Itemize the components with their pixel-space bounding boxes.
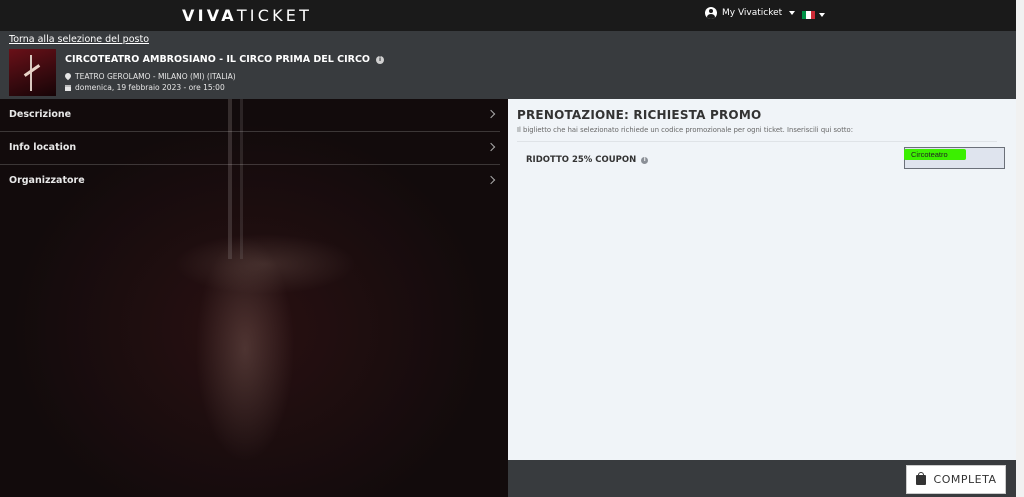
info-icon[interactable]: i [641, 156, 649, 164]
promo-title: PRENOTAZIONE: RICHIESTA PROMO [517, 108, 762, 122]
caret-down-icon [789, 11, 796, 15]
event-datetime: domenica, 19 febbraio 2023 - ore 15:00 [75, 83, 225, 92]
caret-down-icon [819, 13, 825, 17]
calendar-icon [65, 84, 71, 91]
info-icon[interactable]: i [376, 55, 384, 64]
checkout-footer: COMPLETA [508, 460, 1016, 497]
promo-instructions: Il biglietto che hai selezionato richied… [517, 126, 853, 134]
accordion-label: Descrizione [9, 109, 72, 120]
complete-button-label: COMPLETA [933, 473, 997, 486]
event-venue-row: TEATRO GEROLAMO - MILANO (MI) (ITALIA) [65, 72, 236, 81]
event-header: Torna alla selezione del posto CIRCOTEAT… [0, 31, 1016, 99]
vivaticket-logo[interactable]: VIVATICKET [182, 6, 312, 25]
event-thumbnail [9, 49, 56, 96]
accordion-descrizione[interactable]: Descrizione [0, 99, 500, 132]
language-selector[interactable] [802, 11, 825, 19]
accordion-label: Info location [9, 142, 77, 153]
user-circle-icon [705, 7, 717, 19]
event-venue: TEATRO GEROLAMO - MILANO (MI) (ITALIA) [75, 72, 236, 81]
back-to-seat-selection-link[interactable]: Torna alla selezione del posto [9, 34, 149, 45]
chevron-right-icon [486, 175, 496, 185]
top-navbar: VIVATICKET My Vivaticket [0, 0, 1016, 31]
ticket-type-label: RIDOTTO 25% COUPON [526, 155, 637, 165]
accordion-label: Organizzatore [9, 175, 85, 186]
logo-bold-text: VIVA [182, 6, 237, 25]
page-scrollbar[interactable] [1016, 0, 1024, 497]
complete-button[interactable]: COMPLETA [906, 465, 1006, 494]
chevron-right-icon [486, 109, 496, 119]
accordion-organizzatore[interactable]: Organizzatore [0, 165, 500, 198]
promo-code-value: Circoteatro [911, 150, 948, 159]
event-date-row: domenica, 19 febbraio 2023 - ore 15:00 [65, 83, 225, 92]
map-pin-icon [65, 73, 71, 80]
promo-panel: PRENOTAZIONE: RICHIESTA PROMO Il bigliet… [508, 99, 1016, 460]
event-title: CIRCOTEATRO AMBROSIANO - IL CIRCO PRIMA … [65, 54, 370, 65]
promo-code-row: RIDOTTO 25% COUPON i Circoteatro [517, 141, 1005, 176]
ticket-type-row: RIDOTTO 25% COUPON i [526, 155, 649, 165]
shopping-bag-icon [915, 471, 926, 485]
my-vivaticket-menu[interactable]: My Vivaticket [705, 7, 796, 19]
accordion-info-location[interactable]: Info location [0, 132, 500, 165]
event-info-panel: Descrizione Info location Organizzatore [0, 99, 508, 497]
event-title-row: CIRCOTEATRO AMBROSIANO - IL CIRCO PRIMA … [65, 54, 384, 65]
italy-flag-icon [802, 11, 815, 19]
my-vivaticket-label: My Vivaticket [722, 8, 783, 18]
logo-light-text: TICKET [236, 6, 313, 25]
chevron-right-icon [486, 142, 496, 152]
